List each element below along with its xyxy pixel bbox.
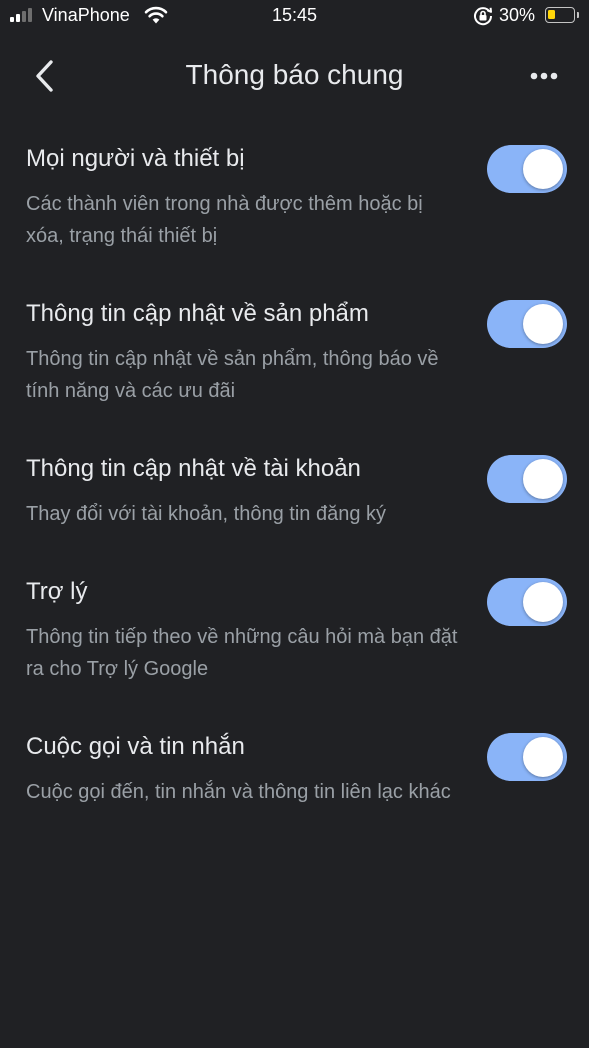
toggle-knob [523,737,563,777]
more-horizontal-icon [530,72,558,80]
orientation-lock-icon [472,5,494,32]
toggle-knob [523,459,563,499]
battery-level [548,10,555,19]
setting-description: Các thành viên trong nhà được thêm hoặc … [26,193,423,247]
setting-title: Thông tin cập nhật về tài khoản [26,455,361,482]
setting-description: Cuộc gọi đến, tin nhắn và thông tin liên… [26,781,451,803]
toggle-knob [523,149,563,189]
setting-title: Mọi người và thiết bị [26,145,245,172]
toggle-switch[interactable] [487,455,567,503]
battery-percentage: 30% [499,5,536,25]
setting-title: Trợ lý [26,578,88,605]
page-title: Thông báo chung [185,59,404,90]
battery-tip [577,12,579,18]
status-bar: VinaPhone 15:45 30% [0,0,589,32]
setting-title: Cuộc gọi và tin nhắn [26,733,245,760]
more-options-button[interactable] [522,54,566,98]
toggle-knob [523,582,563,622]
toggle-switch[interactable] [487,578,567,626]
setting-title: Thông tin cập nhật về sản phẩm [26,300,369,327]
toggle-switch[interactable] [487,733,567,781]
setting-description: Thông tin cập nhật về sản phẩm, thông bá… [26,348,439,402]
setting-description: Thông tin tiếp theo về những câu hỏi mà … [26,626,458,680]
toggle-knob [523,304,563,344]
app-header: Thông báo chung [0,44,589,108]
toggle-switch[interactable] [487,300,567,348]
toggle-switch[interactable] [487,145,567,193]
battery-icon [545,7,575,23]
setting-description: Thay đổi với tài khoản, thông tin đăng k… [26,503,386,525]
